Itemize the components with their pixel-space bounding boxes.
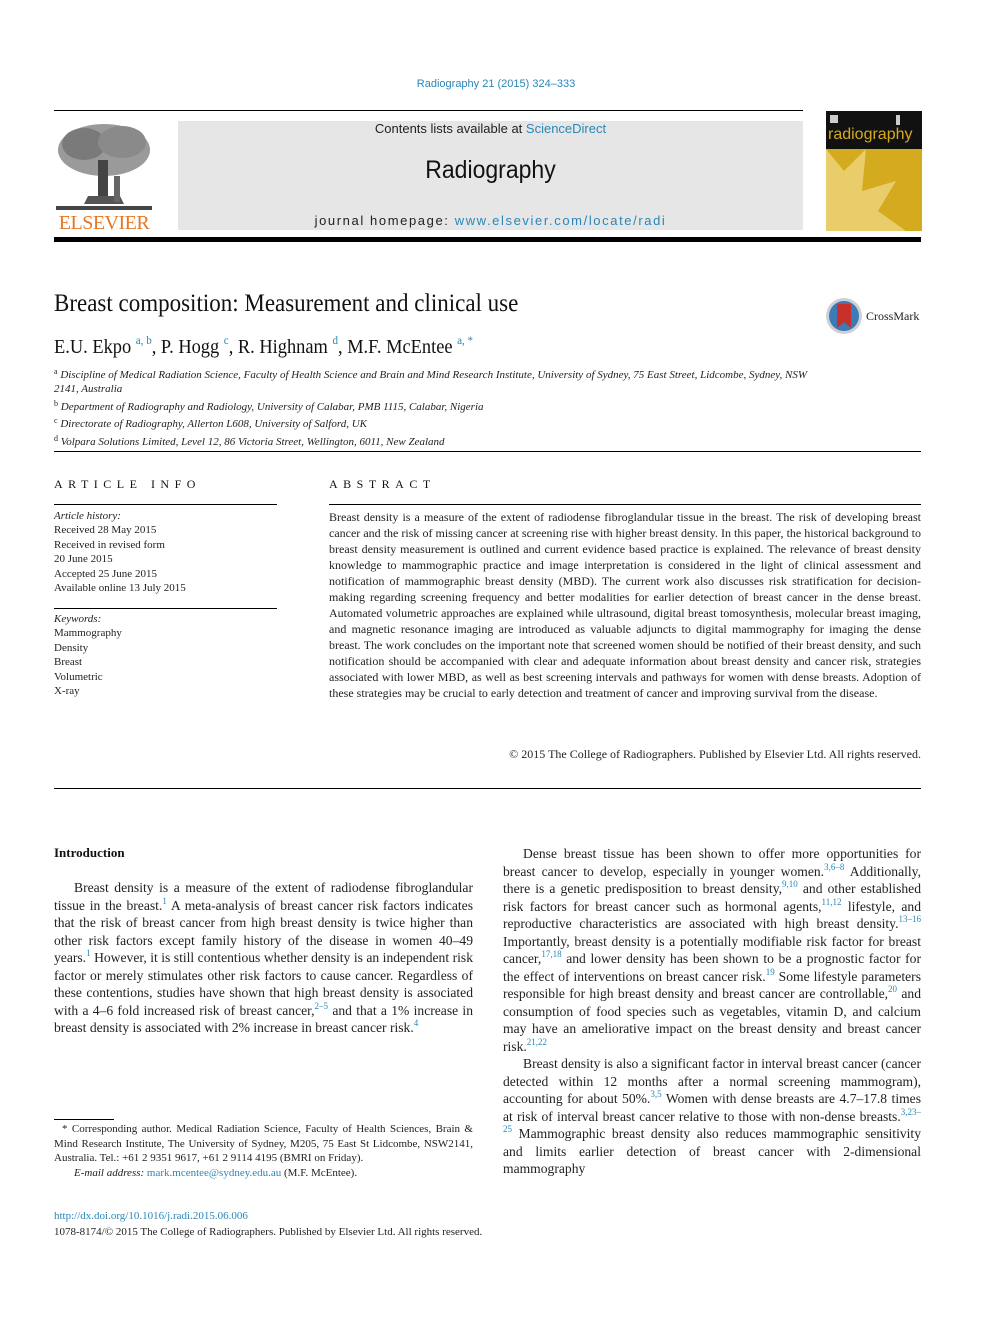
- affiliations: a Discipline of Medical Radiation Scienc…: [54, 365, 814, 449]
- body-paragraph: Breast density is a measure of the exten…: [54, 880, 473, 1035]
- affiliation: d Volpara Solutions Limited, Level 12, 8…: [54, 433, 445, 448]
- citation-reference[interactable]: 20: [888, 984, 897, 994]
- author-affiliation-marker[interactable]: a, *: [457, 333, 473, 347]
- history-item: Accepted 25 June 2015: [54, 567, 157, 580]
- citation-reference[interactable]: 21,22: [527, 1037, 547, 1047]
- author-list: E.U. Ekpo a, b, P. Hogg c, R. Highnam d,…: [54, 333, 474, 358]
- citation-reference[interactable]: 4: [414, 1018, 419, 1028]
- history-item: Received in revised form: [54, 538, 165, 551]
- citation-reference[interactable]: 3,6–8: [824, 862, 844, 872]
- keyword: Density: [54, 641, 89, 654]
- keyword: X-ray: [54, 685, 80, 698]
- body-column-left: Breast density is a measure of the exten…: [54, 879, 473, 1037]
- journal-cover[interactable]: radiography: [826, 111, 922, 231]
- abstract-heading: ABSTRACT: [329, 477, 436, 491]
- article-info-heading: ARTICLE INFO: [54, 477, 201, 491]
- crossmark-label: CrossMark: [866, 309, 920, 323]
- citation-reference[interactable]: 2–5: [315, 1001, 329, 1011]
- citation-reference[interactable]: 19: [766, 967, 775, 977]
- keyword: Breast: [54, 656, 83, 669]
- crossmark-badge[interactable]: CrossMark: [824, 296, 934, 336]
- citation-reference[interactable]: 13–16: [899, 914, 922, 924]
- history-item: Received 28 May 2015: [54, 524, 157, 537]
- email-link[interactable]: mark.mcentee@sydney.edu.au: [147, 1167, 281, 1179]
- header-rule: [54, 110, 803, 111]
- affiliation: c Directorate of Radiography, Allerton L…: [54, 416, 367, 431]
- author-affiliation-marker[interactable]: a, b: [136, 333, 152, 347]
- history-item: 20 June 2015: [54, 553, 113, 566]
- homepage-link[interactable]: www.elsevier.com/locate/radi: [455, 213, 667, 228]
- body-column-right: Dense breast tissue has been shown to of…: [503, 845, 921, 1178]
- email-line: E-mail address: mark.mcentee@sydney.edu.…: [74, 1166, 358, 1179]
- journal-homepage: journal homepage: www.elsevier.com/locat…: [178, 213, 803, 228]
- history-item: Available online 13 July 2015: [54, 582, 186, 595]
- keyword: Volumetric: [54, 670, 103, 683]
- article-title: Breast composition: Measurement and clin…: [54, 290, 519, 317]
- citation-reference[interactable]: 3,5: [650, 1089, 661, 1099]
- citation-reference[interactable]: 3,23–25: [503, 1107, 921, 1135]
- citation-reference[interactable]: 11,12: [822, 897, 842, 907]
- section-rule: [54, 451, 921, 452]
- body-paragraph: Dense breast tissue has been shown to of…: [503, 846, 922, 1054]
- svg-text:radiography: radiography: [828, 126, 913, 143]
- header-thick-rule: [54, 237, 921, 242]
- citation-reference[interactable]: 17,18: [541, 949, 561, 959]
- issn-copyright: 1078-8174/© 2015 The College of Radiogra…: [54, 1226, 483, 1238]
- crossmark-icon: [826, 298, 862, 334]
- author[interactable]: E.U. Ekpo a, b: [54, 333, 152, 358]
- elsevier-tree-icon: [56, 124, 152, 210]
- citation-reference[interactable]: 9,10: [782, 879, 798, 889]
- contents-line: Contents lists available at ScienceDirec…: [178, 121, 803, 136]
- corresponding-author-note: * Corresponding author. Medical Radiatio…: [54, 1123, 473, 1164]
- author[interactable]: M.F. McEntee a, *: [347, 333, 473, 358]
- contents-prefix: Contents lists available at: [374, 121, 526, 136]
- abstract-copyright: © 2015 The College of Radiographers. Pub…: [509, 747, 921, 761]
- abstract-rule: [329, 504, 921, 505]
- journal-citation[interactable]: Radiography 21 (2015) 324–333: [0, 78, 992, 90]
- introduction-heading: Introduction: [54, 845, 125, 860]
- doi-link[interactable]: http://dx.doi.org/10.1016/j.radi.2015.06…: [54, 1210, 248, 1222]
- abstract-text: Breast density is a measure of the exten…: [329, 510, 921, 700]
- keywords-label: Keywords:: [54, 613, 102, 625]
- article-history: Article history: Received 28 May 2015 Re…: [54, 509, 277, 595]
- history-label: Article history:: [54, 510, 121, 522]
- abstract-bottom-rule: [54, 788, 921, 789]
- affiliation: a Discipline of Medical Radiation Scienc…: [54, 367, 808, 396]
- keywords-rule: [54, 608, 277, 609]
- author[interactable]: P. Hogg c: [161, 333, 229, 358]
- keywords: Keywords: Mammography Density Breast Vol…: [54, 612, 277, 698]
- author[interactable]: R. Highnam d: [238, 333, 338, 358]
- footnote-rule: [54, 1119, 114, 1120]
- citation-reference[interactable]: 1: [162, 896, 167, 906]
- elsevier-wordmark: ELSEVIER: [58, 212, 150, 234]
- citation-reference[interactable]: 1: [86, 948, 91, 958]
- journal-name: Radiography: [425, 156, 556, 184]
- sciencedirect-link[interactable]: ScienceDirect: [526, 121, 606, 136]
- article-info-rule: [54, 504, 277, 505]
- affiliation: b Department of Radiography and Radiolog…: [54, 398, 484, 413]
- homepage-prefix: journal homepage:: [314, 213, 455, 228]
- keyword: Mammography: [54, 627, 122, 640]
- body-paragraph: Breast density is also a significant fac…: [503, 1056, 921, 1176]
- footnote: * Corresponding author. Medical Radiatio…: [54, 1122, 473, 1180]
- journal-cover-image: radiography: [826, 111, 922, 231]
